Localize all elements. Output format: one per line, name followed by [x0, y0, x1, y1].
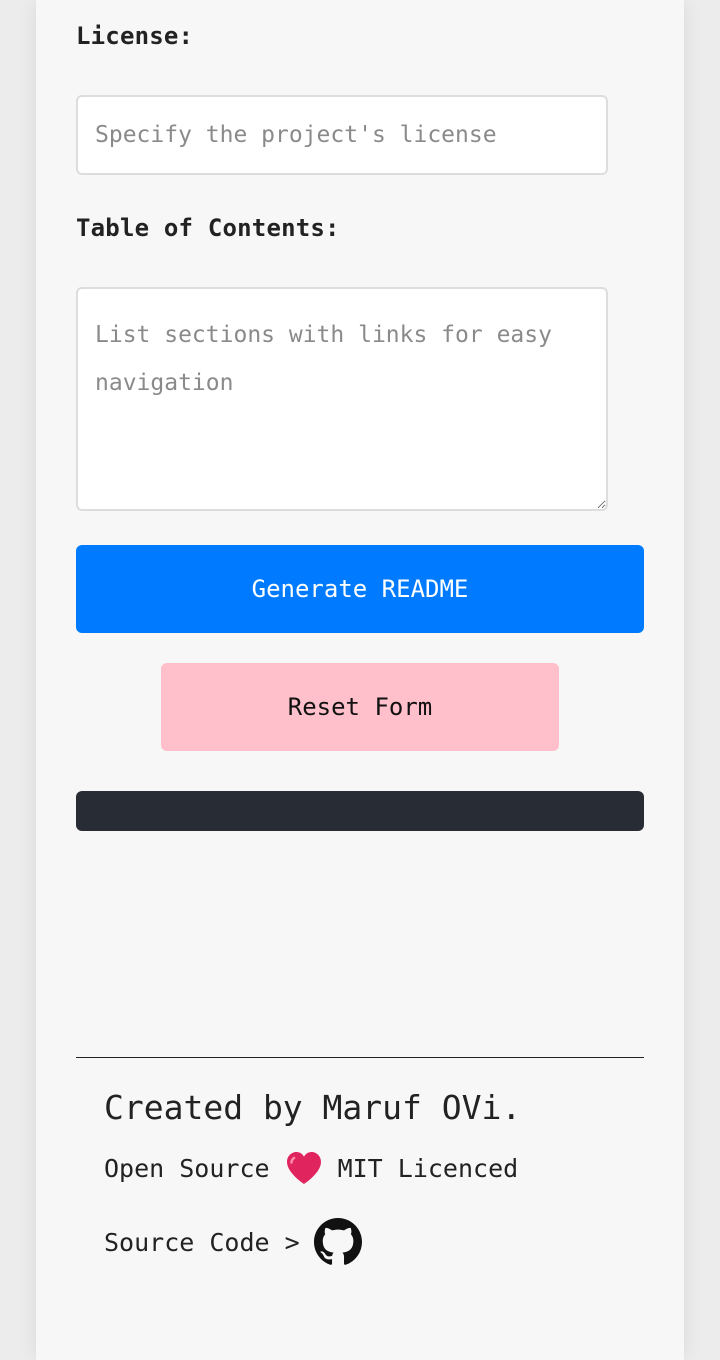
form-container: License: Table of Contents: Generate REA…: [36, 0, 684, 1360]
footer-divider: [76, 1057, 644, 1058]
created-by-text: Created by Maruf OVi.: [104, 1088, 522, 1127]
generate-readme-button[interactable]: Generate README: [76, 545, 644, 633]
mit-licence-text: MIT Licenced: [337, 1153, 519, 1183]
license-input[interactable]: [76, 95, 608, 175]
heart-icon: [284, 1150, 324, 1186]
toc-label: Table of Contents:: [76, 214, 340, 242]
open-source-text: Open Source: [104, 1153, 270, 1183]
page: License: Table of Contents: Generate REA…: [0, 0, 720, 1360]
github-icon[interactable]: [313, 1218, 362, 1266]
source-code-line: Source Code >: [104, 1218, 362, 1266]
license-label: License:: [76, 22, 194, 50]
reset-form-button[interactable]: Reset Form: [161, 663, 559, 751]
toc-textarea[interactable]: [76, 287, 608, 511]
source-code-text: Source Code >: [104, 1227, 300, 1257]
readme-output-box: [76, 791, 644, 831]
license-line: Open Source MIT Licenced: [104, 1150, 518, 1186]
